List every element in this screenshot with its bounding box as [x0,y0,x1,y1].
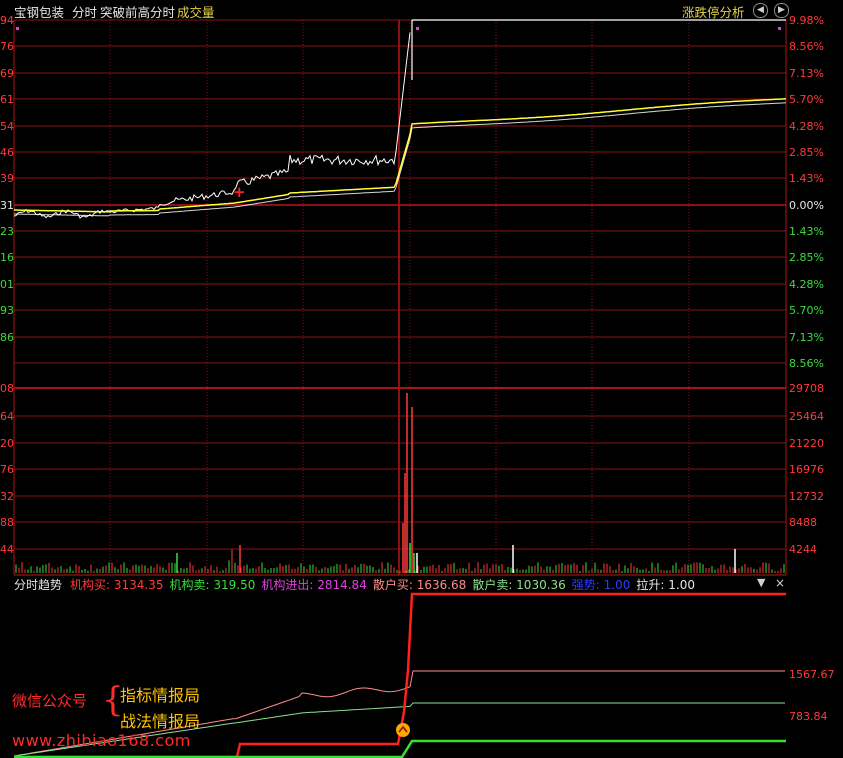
price-right-label: 7.13% [789,67,824,80]
breakout-cross-icon: + [233,183,246,201]
volume-left-label: 64 [0,410,14,423]
price-left-label: 86 [0,331,14,344]
indicator-item-value: 3134.35 [110,578,164,592]
volume-right-label: 25464 [789,410,824,423]
price-lines [13,19,787,219]
price-left-label: 94 [0,14,14,27]
price-left-label: 31 [0,199,14,212]
volume-right-label: 4244 [789,543,817,556]
marker-dot-icon [778,27,781,30]
price-right-label: 2.85% [789,146,824,159]
indicator-item: 拉升: 1.00 [636,578,695,592]
indicator-item-label: 机构进出: [261,578,314,592]
dropdown-icon[interactable]: ▼ [757,576,765,589]
indicator-values: 机构买: 3134.35 机构卖: 319.50 机构进出: 2814.84 散户买:… [70,576,701,593]
indicator-item-value: 2814.84 [313,578,367,592]
indicator-axis-label: 1567.67 [789,668,835,681]
chart-grid [13,19,787,576]
indicator-panel-name[interactable]: 分时趋势 [14,576,62,593]
price-left-label: 01 [0,278,14,291]
indicator-item: 散户卖: 1030.36 [472,578,565,592]
price-right-label: 2.85% [789,251,824,264]
indicator-axis-label: 783.84 [789,710,828,723]
price-left-label: 46 [0,146,14,159]
price-left-label: 76 [0,40,14,53]
price-left-label: 54 [0,120,14,133]
volume-left-label: 32 [0,490,14,503]
volume-left-label: 88 [0,516,14,529]
indicator-item-label: 机构卖: [169,578,210,592]
volume-right-label: 12732 [789,490,824,503]
volume-right-label: 8488 [789,516,817,529]
volume-left-label: 20 [0,437,14,450]
indicator-item-label: 强势: [571,578,600,592]
price-right-label: 8.56% [789,357,824,370]
indicator-item-label: 散户买: [372,578,413,592]
price-left-label: 16 [0,251,14,264]
volume-left-label: 76 [0,463,14,476]
price-left-label: 39 [0,172,14,185]
price-right-label: 8.56% [789,40,824,53]
intraday-chart[interactable]: 94 76 69 61 54 46 39 31 23 16 01 93 86 9.98% 8.56% 7.13… [0,0,843,758]
price-left-label: 61 [0,93,14,106]
watermark-zfqb: 战法情报局 [120,712,201,731]
indicator-item: 散户买: 1636.68 [373,578,466,592]
price-right-label: 7.13% [789,331,824,344]
indicator-item: 机构进出: 2814.84 [261,578,366,592]
signal-up-icon [396,723,410,737]
axis-labels: 94 76 69 61 54 46 39 31 23 16 01 93 86 9.98% 8.56% 7.13… [0,14,835,723]
price-right-label: 4.28% [789,278,824,291]
indicator-item: 强势: 1.00 [572,578,631,592]
indicator-header: 分时趋势 机构买: 3134.35 机构卖: 319.50 机构进出: 2814.8… [0,576,843,593]
indicator-item-label: 机构买: [70,578,111,592]
indicator-item-value: 319.50 [209,578,256,592]
volume-right-label: 16976 [789,463,824,476]
price-right-label: 5.70% [789,93,824,106]
price-right-label: 9.98% [789,14,824,27]
price-left-label: 93 [0,304,14,317]
indicator-item-label: 散户卖: [472,578,513,592]
close-icon[interactable]: × [775,576,785,590]
watermark-url: www.zhibiao168.com [12,731,191,750]
price-right-label: 4.28% [789,120,824,133]
volume-right-label: 29708 [789,382,824,395]
volume-left-label: 44 [0,543,14,556]
watermark-wechat: 微信公众号 [12,692,88,710]
price-right-label: 1.43% [789,225,824,238]
watermark-zbqb: 指标情报局 [120,686,201,705]
price-left-label: 23 [0,225,14,238]
volume-right-label: 21220 [789,437,824,450]
price-right-label: 5.70% [789,304,824,317]
indicator-item: 机构买: 3134.35 [70,578,163,592]
price-left-label: 69 [0,67,14,80]
volume-left-label: 08 [0,382,14,395]
marker-dot-icon [416,27,419,30]
price-right-label: 0.00% [789,199,824,212]
indicator-item-value: 1.00 [664,578,695,592]
indicator-item-label: 拉升: [636,578,665,592]
indicator-item-value: 1636.68 [412,578,467,592]
volume-bars [15,393,785,573]
marker-dot-icon [16,27,19,30]
indicator-item: 机构卖: 319.50 [169,578,255,592]
indicator-item-value: 1.00 [599,578,631,592]
price-right-label: 1.43% [789,172,824,185]
indicator-item-value: 1030.36 [512,578,566,592]
